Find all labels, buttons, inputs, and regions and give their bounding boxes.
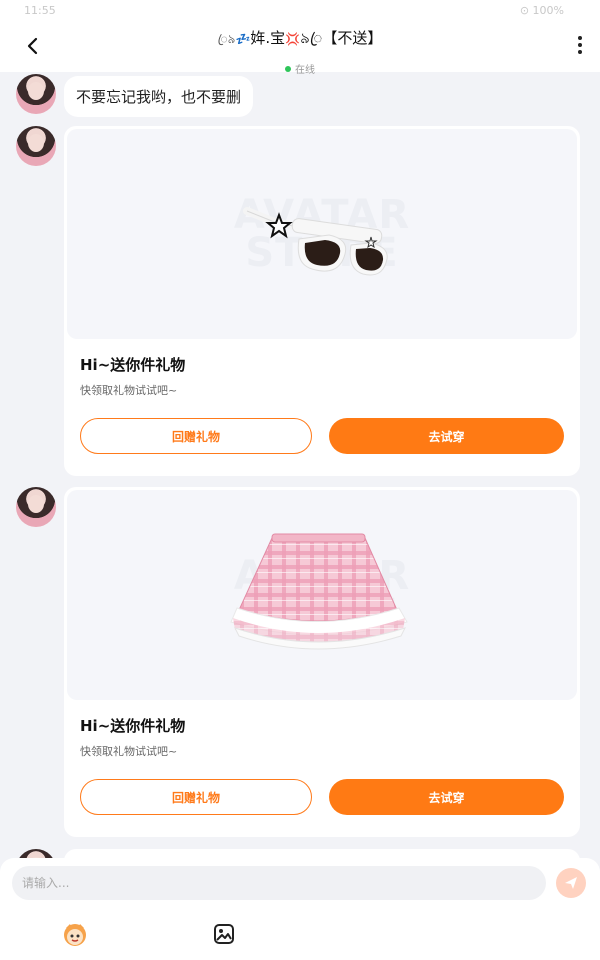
title-decoration-left: ꦿ৯ bbox=[217, 32, 236, 46]
message-list[interactable]: 不要忘记我哟，也不要删 AVATAR STORE Hi~送你件礼物 快领取礼物试… bbox=[0, 72, 600, 858]
sender-avatar[interactable] bbox=[16, 487, 56, 527]
image-button[interactable] bbox=[208, 918, 240, 950]
emoji-button[interactable] bbox=[59, 918, 91, 950]
text-message-bubble: 不要忘记我哟，也不要删 bbox=[64, 76, 254, 117]
return-gift-button[interactable]: 回赠礼物 bbox=[80, 779, 312, 815]
gift-image[interactable]: AVATAR STORE bbox=[67, 490, 577, 700]
image-icon bbox=[214, 924, 234, 944]
gift-card-partial bbox=[64, 849, 580, 858]
gift-image[interactable]: AVATAR STORE bbox=[67, 129, 577, 339]
title-decoration-right: ৯ꦿ【不送】 bbox=[300, 29, 383, 47]
more-options-button[interactable] bbox=[572, 36, 588, 58]
chat-title-block: ꦿ৯💤姩.宝💢৯ꦿ【不送】 在线 bbox=[0, 26, 600, 76]
contact-name: 姩.宝 bbox=[250, 29, 286, 47]
avatar-emoji-icon bbox=[64, 924, 86, 946]
gift-card: AVATAR STORE Hi~送你件礼物 快领取礼物试试吧~ bbox=[64, 487, 580, 837]
gift-subtitle: 快领取礼物试试吧~ bbox=[80, 745, 178, 758]
gift-title: Hi~送你件礼物 bbox=[80, 717, 186, 735]
try-on-button[interactable]: 去试穿 bbox=[329, 418, 564, 454]
return-gift-button[interactable]: 回赠礼物 bbox=[80, 418, 312, 454]
message-input[interactable] bbox=[12, 866, 546, 900]
sunglasses-image bbox=[243, 207, 388, 276]
gift-card: AVATAR STORE Hi~送你件礼物 快领取礼物试试吧~ 回赠礼物 去试穿 bbox=[64, 126, 580, 476]
more-vertical-icon bbox=[572, 36, 588, 54]
status-indicators: ⊙ 100% bbox=[519, 4, 564, 17]
send-icon bbox=[565, 877, 577, 889]
status-time: 11:55 bbox=[24, 4, 56, 17]
sleep-emoji: 💤 bbox=[235, 32, 251, 46]
sender-avatar[interactable] bbox=[16, 126, 56, 166]
send-button[interactable] bbox=[556, 868, 586, 898]
composer-bar bbox=[0, 858, 600, 960]
gift-subtitle: 快领取礼物试试吧~ bbox=[80, 384, 178, 397]
anger-emoji: 💢 bbox=[285, 32, 301, 46]
sender-avatar[interactable] bbox=[16, 849, 56, 858]
online-dot-icon bbox=[285, 65, 291, 72]
chat-header: 11:55 ⊙ 100% ꦿ৯💤姩.宝💢৯ꦿ【不送】 在线 bbox=[0, 0, 600, 76]
chat-title: ꦿ৯💤姩.宝💢৯ꦿ【不送】 bbox=[0, 26, 600, 57]
pink-skirt-image bbox=[230, 533, 408, 650]
try-on-button[interactable]: 去试穿 bbox=[329, 779, 564, 815]
gift-title: Hi~送你件礼物 bbox=[80, 356, 186, 374]
sender-avatar[interactable] bbox=[16, 74, 56, 114]
